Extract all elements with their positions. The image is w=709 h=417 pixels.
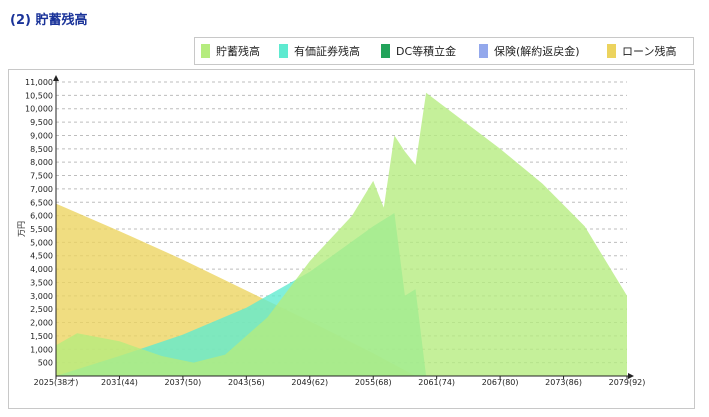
y-tick-label: 8,500: [30, 145, 53, 154]
y-axis-arrow-icon: [53, 75, 59, 81]
y-tick-label: 3,000: [30, 292, 53, 301]
y-tick-label: 2,500: [30, 305, 53, 314]
y-tick-label: 3,500: [30, 278, 53, 287]
y-tick-label: 2,000: [30, 319, 53, 328]
y-tick-label: 5,000: [30, 238, 53, 247]
y-tick-label: 6,000: [30, 212, 53, 221]
x-tick-label: 2025(38才): [34, 377, 79, 387]
y-axis-title: 万円: [17, 221, 26, 237]
y-tick-label: 4,000: [30, 265, 53, 274]
y-tick-label: 6,500: [30, 198, 53, 207]
y-tick-label: 500: [38, 359, 53, 368]
x-tick-label: 2073(86): [545, 378, 582, 387]
x-tick-label: 2043(56): [228, 378, 265, 387]
x-tick-label: 2061(74): [418, 378, 455, 387]
x-tick-label: 2037(50): [164, 378, 201, 387]
y-tick-label: 11,000: [25, 78, 53, 87]
y-tick-label: 8,000: [30, 158, 53, 167]
y-tick-label: 4,500: [30, 252, 53, 261]
y-tick-label: 1,500: [30, 332, 53, 341]
x-tick-label: 2031(44): [101, 378, 138, 387]
y-tick-labels: 500 1,000 1,500 2,000 2,500 3,000 3,500 4,000 4,…: [25, 78, 53, 368]
y-tick-label: 5,500: [30, 225, 53, 234]
y-tick-label: 10,000: [25, 105, 53, 114]
x-tick-label: 2079(92): [609, 378, 646, 387]
y-tick-label: 9,500: [30, 118, 53, 127]
y-tick-label: 7,000: [30, 185, 53, 194]
y-tick-label: 9,000: [30, 131, 53, 140]
x-tick-label: 2055(68): [355, 378, 392, 387]
y-tick-label: 7,500: [30, 172, 53, 181]
x-tick-label: 2049(62): [291, 378, 328, 387]
x-tick-labels: 2025(38才) 2031(44) 2037(50) 2043(56) 2049(62…: [34, 377, 646, 387]
y-tick-label: 10,500: [25, 91, 53, 100]
x-tick-label: 2067(80): [482, 378, 519, 387]
savings-balance-chart: 500 1,000 1,500 2,000 2,500 3,000 3,500 4,000 4,…: [17, 75, 646, 387]
y-tick-label: 1,000: [30, 345, 53, 354]
